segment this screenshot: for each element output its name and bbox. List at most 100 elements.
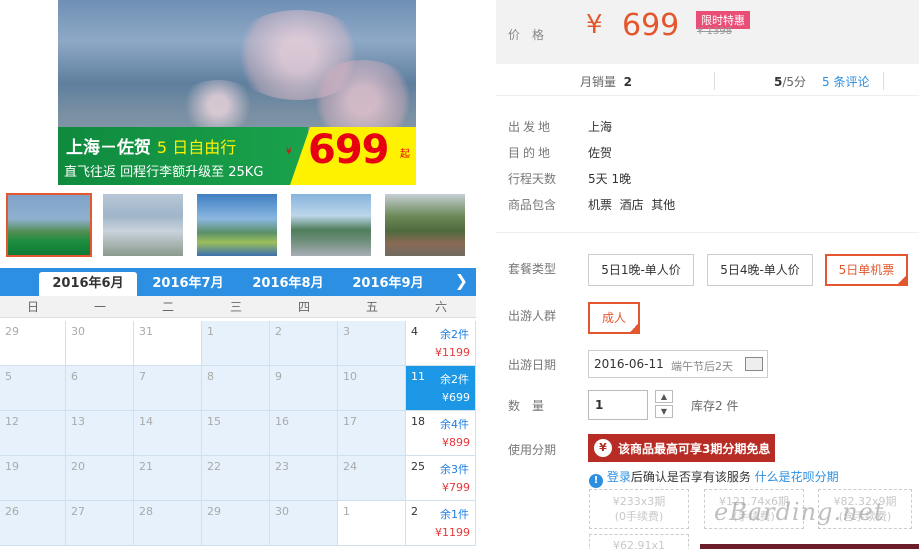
traveler-option-adult[interactable]: 成人 ✓ [588, 302, 640, 334]
login-note: ! 登录后确认是否享有该服务 什么是花呗分期 [589, 468, 839, 488]
weekday-label: 日 [26, 300, 39, 314]
price-currency: ¥ [586, 10, 603, 40]
calendar-day: 20 [66, 456, 134, 501]
day-price: ¥699 [442, 391, 470, 404]
installment-banner-text: 该商品最高可享3期分期免息 [618, 442, 771, 456]
banner-price-suffix: 起 [400, 149, 410, 160]
calendar-day: 30 [66, 321, 134, 366]
calendar-day: 9 [270, 366, 338, 411]
calendar-icon[interactable] [745, 357, 763, 371]
login-text: 后确认是否享有该服务 [630, 470, 755, 484]
rating: 5/5分 [774, 73, 806, 90]
info-value: 5天 1晚 [588, 172, 632, 186]
weekday-label: 六 [434, 300, 447, 314]
installment-plan-3[interactable]: ¥233x3期 (0手续费) [589, 489, 689, 529]
thumbnail-3[interactable] [197, 194, 277, 256]
tab-month-4[interactable]: 2016年9月 [339, 272, 437, 296]
stats-divider [883, 72, 884, 90]
info-key: 出发地 [508, 120, 554, 134]
thumbnail-1[interactable] [6, 193, 92, 257]
day-number: 29 [5, 325, 19, 338]
day-number: 2 [411, 505, 418, 518]
tab-month-3[interactable]: 2016年8月 [239, 272, 337, 296]
day-number: 22 [207, 460, 221, 473]
calendar-day: 6 [66, 366, 134, 411]
calendar-day-available[interactable]: 4 余2件 ¥1199 [406, 321, 476, 366]
thumbnail-2[interactable] [103, 194, 183, 256]
thumbnail-5[interactable] [385, 194, 465, 256]
traveler-label: 出游人群 [508, 309, 557, 323]
banner-subtitle: 直飞往返 回程行李额升级至 25KG [64, 165, 264, 180]
login-link[interactable]: 登录 [607, 470, 631, 484]
chevron-right-icon[interactable]: ❯ [455, 271, 468, 290]
installment-plan-12[interactable]: ¥62.91x1 [589, 534, 689, 549]
calendar-month-tabs: 2016年6月 2016年7月 2016年8月 2016年9月 ❯ [0, 268, 476, 296]
quantity-down-button[interactable]: ▼ [655, 405, 673, 418]
huabei-help-link[interactable]: 什么是花呗分期 [755, 470, 839, 484]
day-number: 23 [275, 460, 289, 473]
day-number: 2 [275, 325, 282, 338]
price-box: 价格 ¥ 699 限时特惠 ¥ 1398 [496, 0, 919, 64]
tab-month-1[interactable]: 2016年6月 [39, 272, 137, 296]
day-number: 3 [343, 325, 350, 338]
day-number: 11 [411, 370, 425, 383]
calendar-day: 7 [134, 366, 202, 411]
calendar-day: 29 [0, 321, 66, 366]
info-row-days: 行程天数 5天 1晚 [508, 170, 808, 190]
day-number: 1 [207, 325, 214, 338]
calendar-day: 29 [202, 501, 270, 546]
calendar-day: 15 [202, 411, 270, 456]
banner-price: 699 [308, 127, 389, 173]
price-value: 699 [622, 8, 680, 43]
day-number: 1 [343, 505, 350, 518]
calendar-day: 28 [134, 501, 202, 546]
info-row-departure: 出发地 上海 [508, 118, 808, 138]
info-row-destination: 目的地 佐贺 [508, 144, 808, 164]
check-icon: ✓ [899, 268, 906, 277]
calendar-day: 22 [202, 456, 270, 501]
day-number: 6 [71, 370, 78, 383]
section-divider [496, 232, 919, 233]
quantity-up-button[interactable]: ▲ [655, 390, 673, 403]
thumbnail-strip [0, 187, 476, 263]
calendar-day-available[interactable]: 11 余2件 ¥699 [406, 366, 476, 411]
product-page: 上海－佐贺 5 日自由行 直飞往返 回程行李额升级至 25KG ¥ 699 起 … [0, 0, 919, 549]
package-option-2[interactable]: 5日4晚-单人价 [707, 254, 813, 286]
date-picker[interactable]: 2016-06-11 端午节后2天 [588, 350, 768, 378]
thumbnail-4[interactable] [291, 194, 371, 256]
weekday-label: 三 [229, 300, 242, 314]
package-option-label: 5日单机票 [838, 263, 895, 277]
yen-icon: ¥ [594, 439, 612, 457]
blossom-decoration [178, 80, 258, 130]
package-option-3[interactable]: 5日单机票 ✓ [825, 254, 908, 286]
calendar-day: 30 [270, 501, 338, 546]
day-remaining: 余2件 [440, 328, 469, 341]
traveler-option-label: 成人 [601, 311, 626, 325]
day-number: 14 [139, 415, 153, 428]
package-option-1[interactable]: 5日1晚-单人价 [588, 254, 694, 286]
hero-image: 上海－佐贺 5 日自由行 直飞往返 回程行李额升级至 25KG ¥ 699 起 [58, 0, 416, 185]
quantity-input[interactable]: 1 [588, 390, 648, 420]
calendar-day-available[interactable]: 2 余1件 ¥1199 [406, 501, 476, 546]
watermark: eBarding.net [714, 498, 885, 526]
calendar-day-available[interactable]: 25 余3件 ¥799 [406, 456, 476, 501]
plan-amount: ¥62.91x1 [613, 539, 665, 549]
calendar-day: 10 [338, 366, 406, 411]
calendar-day: 21 [134, 456, 202, 501]
day-number: 15 [207, 415, 221, 428]
calendar-day: 14 [134, 411, 202, 456]
date-note: 端午节后2天 [671, 360, 733, 373]
day-number: 24 [343, 460, 357, 473]
calendar-day: 3 [338, 321, 406, 366]
calendar-day: 2 [270, 321, 338, 366]
calendar-day: 1 [202, 321, 270, 366]
calendar-day-available[interactable]: 18 余4件 ¥899 [406, 411, 476, 456]
stock-text: 库存2 件 [691, 399, 739, 413]
reviews-link[interactable]: 5 条评论 [822, 73, 869, 90]
day-number: 4 [411, 325, 418, 338]
calendar-day: 12 [0, 411, 66, 456]
calendar-day: 26 [0, 501, 66, 546]
day-number: 30 [275, 505, 289, 518]
tab-month-2[interactable]: 2016年7月 [139, 272, 237, 296]
info-value: 机票 酒店 其他 [588, 198, 676, 212]
